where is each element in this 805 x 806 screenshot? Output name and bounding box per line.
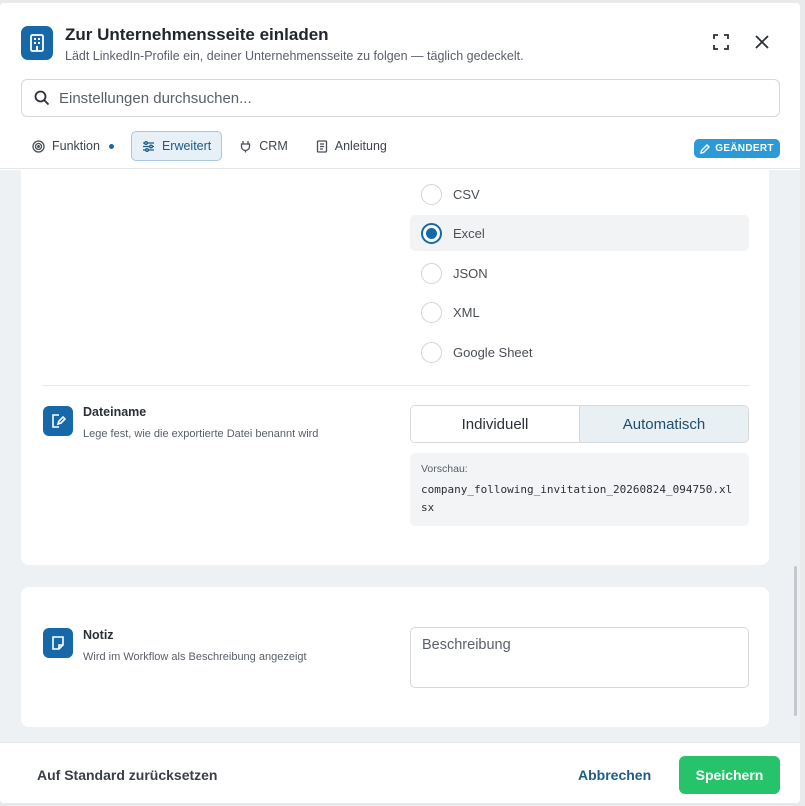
filename-mode-toggle: Individuell Automatisch [410,405,749,443]
option-automatisch[interactable]: Automatisch [579,406,748,442]
close-icon [755,35,769,49]
modified-dot [108,143,114,149]
expand-icon [713,34,729,50]
section-divider [43,385,749,386]
tab-erweitert[interactable]: Erweitert [130,131,223,161]
format-option-google-sheet[interactable]: Google Sheet [410,334,749,370]
tab-anleitung[interactable]: Anleitung [305,131,398,161]
format-option-json[interactable]: JSON [410,255,749,291]
tab-label: Funktion [52,139,100,153]
file-rename-icon [43,406,73,436]
close-button[interactable] [751,31,773,53]
radio-button[interactable] [421,183,442,205]
search-icon [34,90,50,106]
modal-title: Zur Unternehmensseite einladen [65,25,329,44]
format-option-csv[interactable]: CSV [410,176,749,212]
building-icon [21,26,53,60]
radio-button[interactable] [421,301,442,323]
tab-crm[interactable]: CRM [228,131,298,161]
radio-button[interactable] [421,341,442,363]
search-input[interactable] [59,80,759,116]
tab-label: Erweitert [161,139,212,153]
radio-button[interactable] [421,262,442,284]
tab-label: Anleitung [334,139,387,153]
tab-label: CRM [259,139,288,153]
settings-modal: Zur Unternehmensseite einladen Lädt Link… [0,3,800,803]
note-card: Notiz Wird im Workflow als Beschreibung … [21,587,769,727]
reset-button[interactable]: Auf Standard zurücksetzen [37,767,217,783]
filename-preview: Vorschau: company_following_invitation_2… [410,453,749,526]
cancel-button[interactable]: Abbrechen [578,767,651,783]
settings-content[interactable]: CSV Excel JSON XML Google Sheet Dateinam… [0,170,800,742]
export-card: CSV Excel JSON XML Google Sheet Dateinam… [21,170,769,565]
expand-button[interactable] [710,31,732,53]
preview-value: company_following_invitation_20260824_09… [421,483,733,514]
search-box [21,79,780,117]
filename-title: Dateiname [83,405,147,419]
sliders-icon [142,140,154,152]
radio-button-selected[interactable] [421,222,442,244]
save-button[interactable]: Speichern [679,756,780,794]
filename-description: Lege fest, wie die exportierte Datei ben… [83,428,319,440]
modal-header: Zur Unternehmensseite einladen Lädt Link… [0,3,800,169]
format-option-xml[interactable]: XML [410,294,749,330]
target-icon [32,139,45,153]
scrollbar-thumb[interactable] [794,566,797,716]
option-individuell[interactable]: Individuell [411,406,579,442]
note-description: Wird im Workflow als Beschreibung angeze… [83,651,307,663]
modal-footer: Auf Standard zurücksetzen Abbrechen Spei… [0,742,800,803]
status-badge: GEÄNDERT [694,139,780,158]
pencil-icon [700,143,711,154]
tab-bar: Funktion Erweitert CRM Anleitung [21,131,398,161]
modal-subtitle: Lädt LinkedIn-Profile ein, deiner Untern… [65,49,524,63]
format-option-excel[interactable]: Excel [410,215,749,251]
note-title: Notiz [83,628,114,642]
book-icon [316,139,327,153]
note-icon [43,628,73,658]
description-input[interactable] [410,627,749,688]
plug-icon [241,140,251,152]
tab-funktion[interactable]: Funktion [21,131,125,161]
preview-label: Vorschau: [421,463,468,475]
